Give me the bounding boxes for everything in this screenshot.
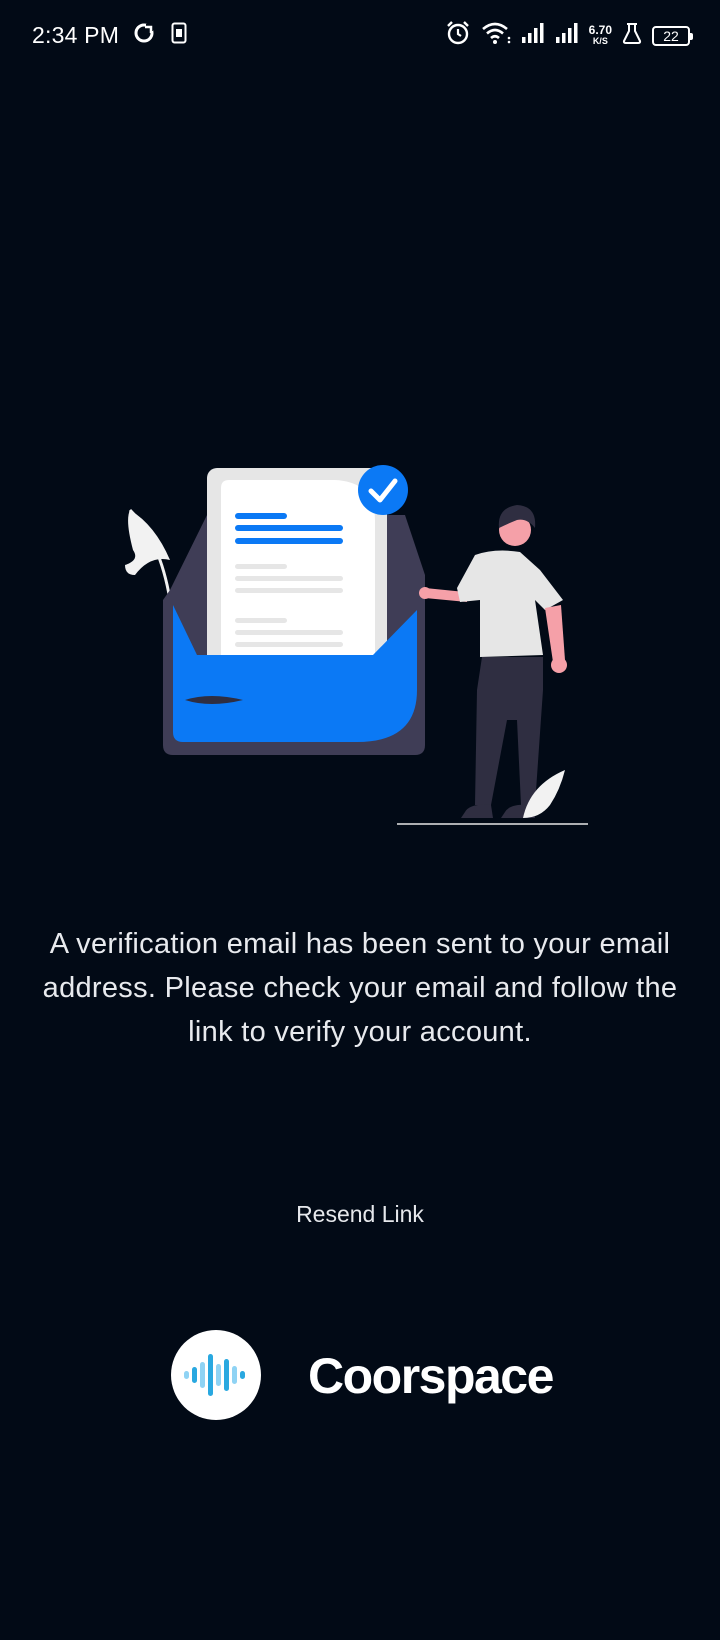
sim-card-icon <box>171 22 187 49</box>
network-speed: 6.70 K/S <box>588 22 612 47</box>
status-left-icons <box>133 22 187 49</box>
signal-icon <box>521 22 545 49</box>
alarm-icon <box>445 20 471 51</box>
verification-screen: 2:34 PM 6.70 K/S 22 A verification email… <box>0 0 720 1640</box>
battery-icon: 22 <box>652 25 693 46</box>
signal-icon <box>555 22 579 49</box>
email-verified-illustration <box>125 460 595 870</box>
resend-link-button[interactable]: Resend Link <box>260 1196 460 1232</box>
brand-name: Coorspace <box>308 1348 554 1404</box>
status-right-icons: 6.70 K/S 22 <box>445 20 693 51</box>
network-speed-unit: K/S <box>592 35 608 46</box>
status-bar: 2:34 PM 6.70 K/S 22 <box>0 0 720 72</box>
person-figure <box>419 505 567 818</box>
verification-message: A verification email has been sent to yo… <box>42 928 678 1048</box>
battery-level: 22 <box>663 27 679 44</box>
lab-flask-icon <box>622 22 642 49</box>
wifi-icon <box>481 21 511 50</box>
soundwave-logo-icon <box>171 1330 261 1420</box>
status-time: 2:34 PM <box>32 22 120 48</box>
sync-icon <box>133 22 155 49</box>
check-badge-icon <box>358 465 408 515</box>
network-speed-value: 6.70 <box>588 22 612 37</box>
